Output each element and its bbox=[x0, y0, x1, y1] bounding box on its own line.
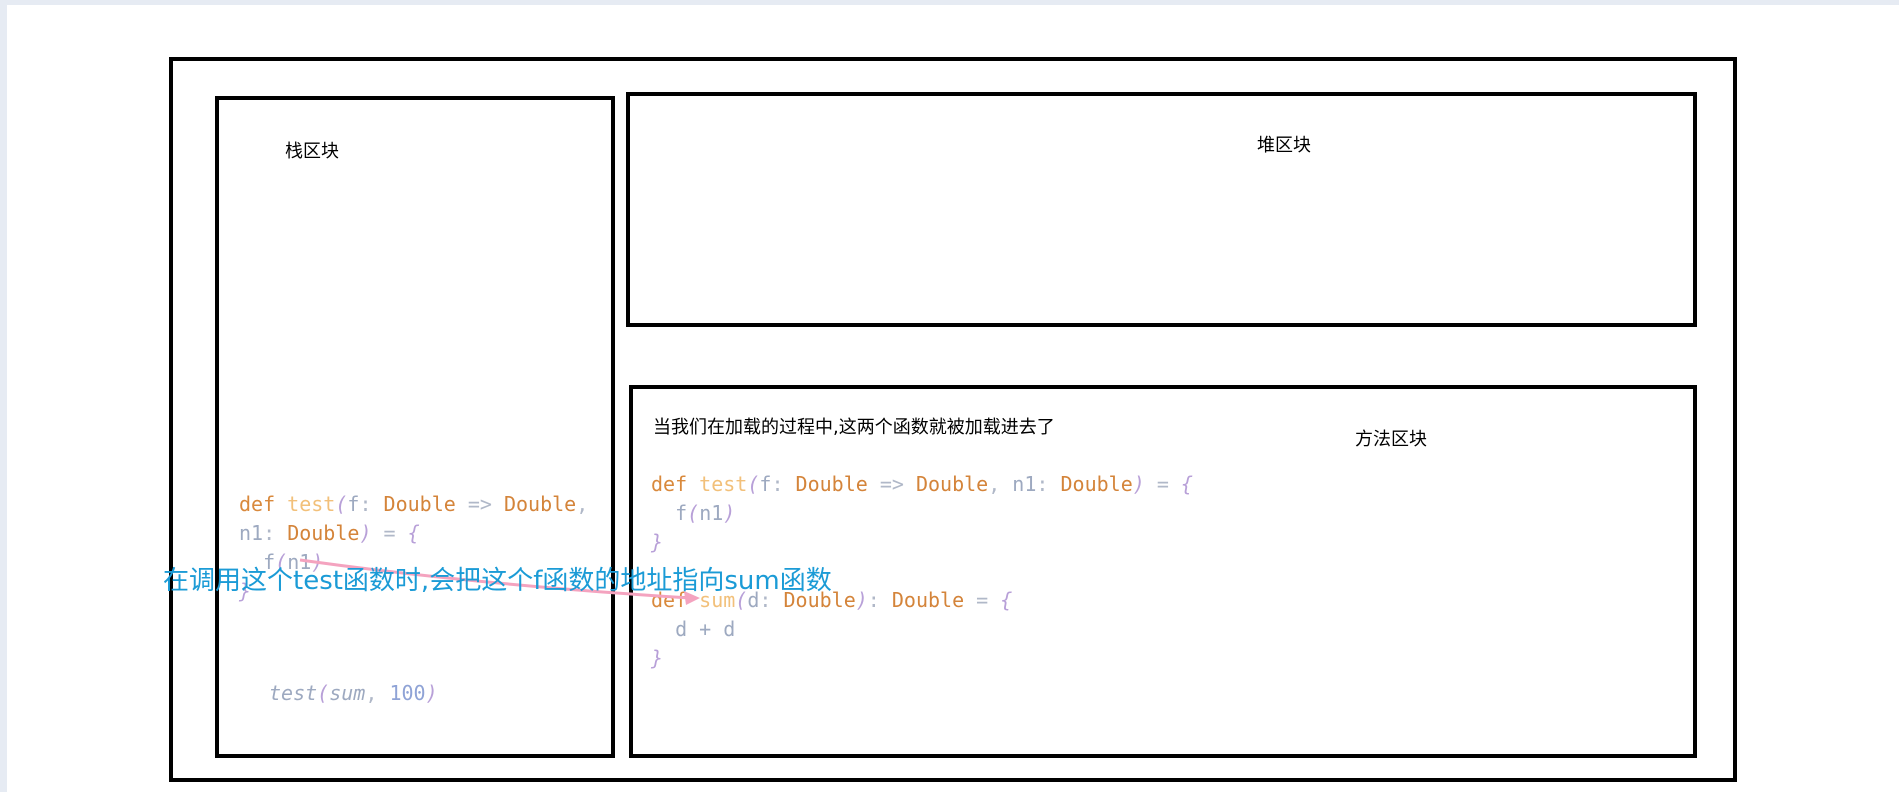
code-operator: = bbox=[1144, 472, 1181, 496]
code-punctuation: } bbox=[651, 530, 664, 554]
code-type: Double bbox=[795, 472, 868, 496]
code-punctuation: ) bbox=[855, 588, 868, 612]
method-region-note: 当我们在加载的过程中,这两个函数就被加载进去了 bbox=[653, 417, 1055, 438]
code-type: Double bbox=[915, 472, 989, 496]
code-function-name: test bbox=[287, 492, 336, 516]
code-punctuation: { bbox=[407, 521, 420, 545]
code-punctuation: ( bbox=[687, 501, 700, 525]
code-expression: d + d bbox=[675, 617, 736, 641]
code-type: Double bbox=[891, 588, 965, 612]
code-punctuation: , bbox=[365, 681, 390, 705]
annotation-text: 在调用这个test函数时,会把这个f函数的地址指向sum函数 bbox=[163, 566, 832, 596]
code-punctuation: ) bbox=[425, 681, 438, 705]
code-punctuation: { bbox=[1000, 588, 1013, 612]
code-punctuation: ) bbox=[359, 521, 372, 545]
stack-region bbox=[215, 96, 615, 758]
stack-region-label: 栈区块 bbox=[285, 141, 339, 162]
code-call-arg: sum bbox=[329, 681, 366, 705]
code-punctuation: } bbox=[651, 646, 664, 670]
code-function-name: test bbox=[699, 472, 748, 496]
code-operator: => bbox=[455, 492, 504, 516]
code-call-name: test bbox=[269, 681, 318, 705]
stack-call-code: test(sum, 100) bbox=[269, 679, 438, 708]
code-punctuation: : bbox=[263, 521, 288, 545]
code-punctuation: : bbox=[867, 588, 892, 612]
code-operator: => bbox=[867, 472, 916, 496]
code-type: Double bbox=[287, 521, 360, 545]
code-param: f bbox=[759, 472, 772, 496]
method-sum-code: def sum(d: Double): Double = { d + d } bbox=[651, 586, 1012, 673]
code-keyword: def bbox=[651, 472, 700, 496]
method-test-code: def test(f: Double => Double, n1: Double… bbox=[651, 470, 1193, 557]
code-param: n1 bbox=[699, 501, 724, 525]
code-keyword: def bbox=[239, 492, 288, 516]
code-operator: = bbox=[371, 521, 408, 545]
code-param: n1 bbox=[239, 521, 264, 545]
code-param: f bbox=[347, 492, 360, 516]
heap-region-label: 堆区块 bbox=[1257, 135, 1311, 156]
method-region-label: 方法区块 bbox=[1355, 429, 1427, 450]
code-punctuation: ) bbox=[723, 501, 736, 525]
code-punctuation: ( bbox=[747, 472, 760, 496]
code-punctuation: : bbox=[771, 472, 796, 496]
code-punctuation: , bbox=[988, 472, 1013, 496]
code-punctuation: { bbox=[1180, 472, 1193, 496]
code-punctuation: ) bbox=[1132, 472, 1145, 496]
code-param: n1 bbox=[1012, 472, 1037, 496]
code-punctuation: ( bbox=[317, 681, 330, 705]
code-type: Double bbox=[503, 492, 577, 516]
code-punctuation: , bbox=[576, 492, 589, 516]
code-operator: = bbox=[964, 588, 1001, 612]
code-punctuation: ( bbox=[335, 492, 348, 516]
code-punctuation: : bbox=[359, 492, 384, 516]
heap-region bbox=[626, 92, 1697, 327]
code-type: Double bbox=[1060, 472, 1133, 496]
code-type: Double bbox=[383, 492, 456, 516]
code-number: 100 bbox=[389, 681, 426, 705]
code-call-name: f bbox=[675, 501, 688, 525]
code-punctuation: : bbox=[1036, 472, 1061, 496]
